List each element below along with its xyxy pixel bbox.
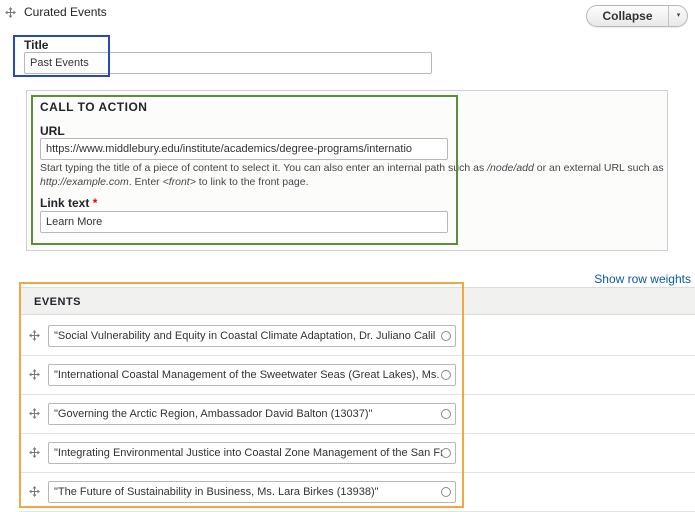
collapse-split-button: Collapse ▾: [586, 5, 688, 27]
title-highlight-box: [13, 35, 110, 77]
paragraph-header: Curated Events Collapse ▾: [0, 0, 695, 30]
paragraph-title: Curated Events: [24, 5, 107, 19]
call-to-action-highlight-box: [31, 95, 458, 245]
show-row-weights-link[interactable]: Show row weights: [594, 272, 691, 286]
events-highlight-box: [19, 282, 464, 508]
chevron-down-icon[interactable]: ▾: [670, 6, 687, 26]
collapse-button[interactable]: Collapse: [587, 6, 669, 26]
drag-handle-move-icon[interactable]: [5, 7, 16, 18]
